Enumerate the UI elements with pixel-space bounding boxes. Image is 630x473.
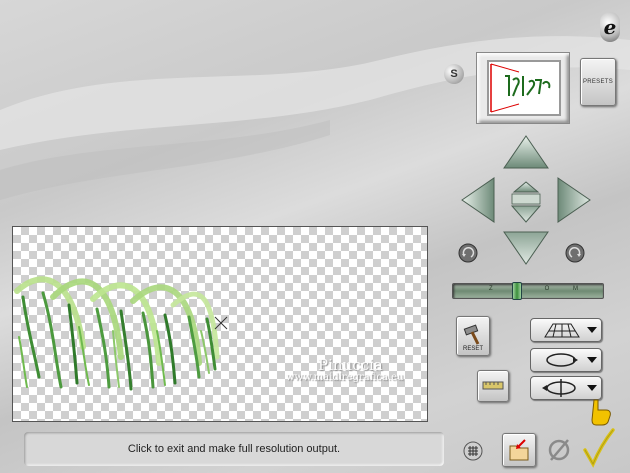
reset-button[interactable]: RESET xyxy=(456,316,490,356)
thumbnail-preview xyxy=(487,60,561,116)
handle-marker-icon[interactable] xyxy=(214,316,228,330)
export-button[interactable] xyxy=(502,433,536,467)
presets-button[interactable]: PRESETS xyxy=(580,58,616,106)
hammer-icon xyxy=(463,324,480,345)
status-message: Click to exit and make full resolution o… xyxy=(127,443,341,455)
status-bar[interactable]: Click to exit and make full resolution o… xyxy=(24,432,444,466)
logo-glyph: e xyxy=(603,15,617,39)
small-up-icon[interactable] xyxy=(512,181,540,193)
reset-label: RESET xyxy=(462,346,483,352)
apply-check-icon[interactable] xyxy=(582,428,616,468)
arrow-left-icon[interactable] xyxy=(461,177,495,223)
grass-artwork xyxy=(14,276,228,391)
watermark: Pinuccia www.maidiregrafica.eu xyxy=(286,356,404,383)
thumbnail-graphic xyxy=(490,63,551,113)
perspective-grid-icon xyxy=(544,323,597,338)
zoom-letter-1: Z xyxy=(489,286,494,292)
arrow-down-icon[interactable] xyxy=(503,231,549,265)
zoom-label: Z O O M xyxy=(489,286,579,292)
s-button-label: S xyxy=(450,68,458,80)
flip-icon xyxy=(542,379,597,397)
thumbnail-navigator[interactable] xyxy=(476,52,570,124)
rotate-left-icon[interactable] xyxy=(457,242,479,264)
rotate-loop-icon xyxy=(546,353,597,367)
rotate-right-icon[interactable] xyxy=(564,242,586,264)
cancel-icon[interactable] xyxy=(545,436,573,464)
zoom-knob[interactable] xyxy=(512,282,522,300)
presets-label: PRESETS xyxy=(582,79,614,85)
arrow-up-icon[interactable] xyxy=(503,135,549,169)
watermark-url: www.maidiregrafica.eu xyxy=(286,372,404,383)
flip-dropdown[interactable] xyxy=(530,376,602,400)
chevron-down-icon xyxy=(587,327,597,333)
zoom-slider[interactable]: Z O O M xyxy=(452,282,604,300)
rotate-dropdown[interactable] xyxy=(530,348,602,372)
app-logo: e xyxy=(600,12,620,42)
tape-button[interactable] xyxy=(477,370,509,402)
small-down-icon[interactable] xyxy=(510,205,542,223)
preview-canvas[interactable] xyxy=(12,226,428,422)
tape-icon xyxy=(482,381,504,390)
center-bar xyxy=(511,193,541,205)
zoom-letter-4: M xyxy=(572,286,579,292)
chevron-down-icon xyxy=(587,385,597,391)
grid-icon[interactable] xyxy=(462,440,484,462)
perspective-dropdown[interactable] xyxy=(530,318,602,342)
s-button[interactable]: S xyxy=(444,64,464,84)
help-hand-icon[interactable] xyxy=(588,398,614,426)
arrow-right-icon[interactable] xyxy=(557,177,591,223)
export-icon xyxy=(509,439,529,461)
chevron-down-icon xyxy=(587,357,597,363)
zoom-letter-3: O xyxy=(544,286,551,292)
